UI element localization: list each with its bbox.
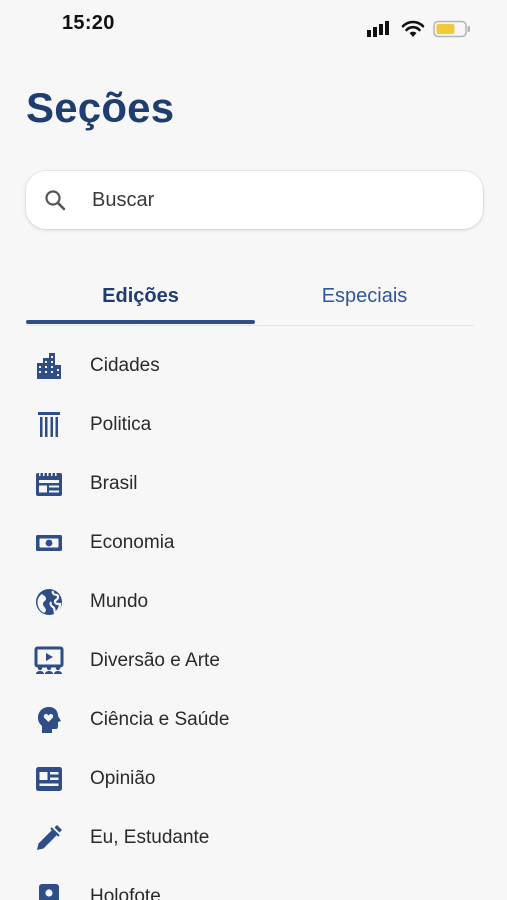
- section-item-eu-estudante[interactable]: Eu, Estudante: [0, 808, 507, 867]
- sections-screen: 15:20 Seções Buscar Edições Especiais Ci…: [0, 0, 507, 900]
- cellular-signal-icon: [367, 21, 389, 37]
- section-item-label: Ciência e Saúde: [90, 708, 230, 730]
- head-heart-icon: [32, 703, 66, 737]
- section-item-opiniao[interactable]: Opinião: [0, 749, 507, 808]
- columns-pillar-icon: [32, 408, 66, 442]
- section-list: Cidades Politica Brasil Economia Mundo D…: [0, 336, 507, 900]
- tab-edicoes[interactable]: Edições: [26, 270, 255, 322]
- search-bar[interactable]: [26, 171, 483, 229]
- section-item-label: Diversão e Arte: [90, 649, 220, 671]
- tab-selected-indicator: [26, 320, 255, 324]
- section-item-economia[interactable]: Economia: [0, 513, 507, 572]
- pencil-icon: [32, 821, 66, 855]
- battery-icon: [433, 20, 470, 38]
- news-article-icon: [32, 762, 66, 796]
- section-item-label: Politica: [90, 413, 152, 435]
- search-input[interactable]: [92, 188, 432, 212]
- section-item-brasil[interactable]: Brasil: [0, 454, 507, 513]
- section-item-cidades[interactable]: Cidades: [0, 336, 507, 395]
- page-title: Seções: [26, 84, 175, 131]
- section-item-politica[interactable]: Politica: [0, 395, 507, 454]
- city-buildings-icon: [32, 349, 66, 383]
- newspaper-calendar-icon: [32, 467, 66, 501]
- section-item-ciencia-saude[interactable]: Ciência e Saúde: [0, 690, 507, 749]
- section-item-label: Mundo: [90, 590, 149, 612]
- globe-icon: [32, 585, 66, 619]
- contact-badge-icon: [32, 880, 66, 900]
- section-item-label: Brasil: [90, 472, 138, 494]
- section-item-mundo[interactable]: Mundo: [0, 572, 507, 631]
- status-time: 15:20: [62, 12, 115, 34]
- wifi-icon: [401, 20, 425, 37]
- tab-especiais[interactable]: Especiais: [255, 270, 474, 322]
- status-icons: [367, 20, 471, 38]
- search-icon: [44, 189, 66, 211]
- section-item-diversao-arte[interactable]: Diversão e Arte: [0, 631, 507, 690]
- money-bill-icon: [32, 526, 66, 560]
- section-item-holofote[interactable]: Holofote: [0, 867, 507, 900]
- section-item-label: Economia: [90, 531, 175, 553]
- theater-screen-icon: [32, 644, 66, 678]
- section-item-label: Eu, Estudante: [90, 826, 210, 848]
- section-tabs: Edições Especiais: [26, 270, 474, 326]
- status-bar: 15:20: [0, 0, 507, 50]
- section-item-label: Opinião: [90, 767, 156, 789]
- section-item-label: Holofote: [90, 885, 161, 900]
- section-item-label: Cidades: [90, 354, 160, 376]
